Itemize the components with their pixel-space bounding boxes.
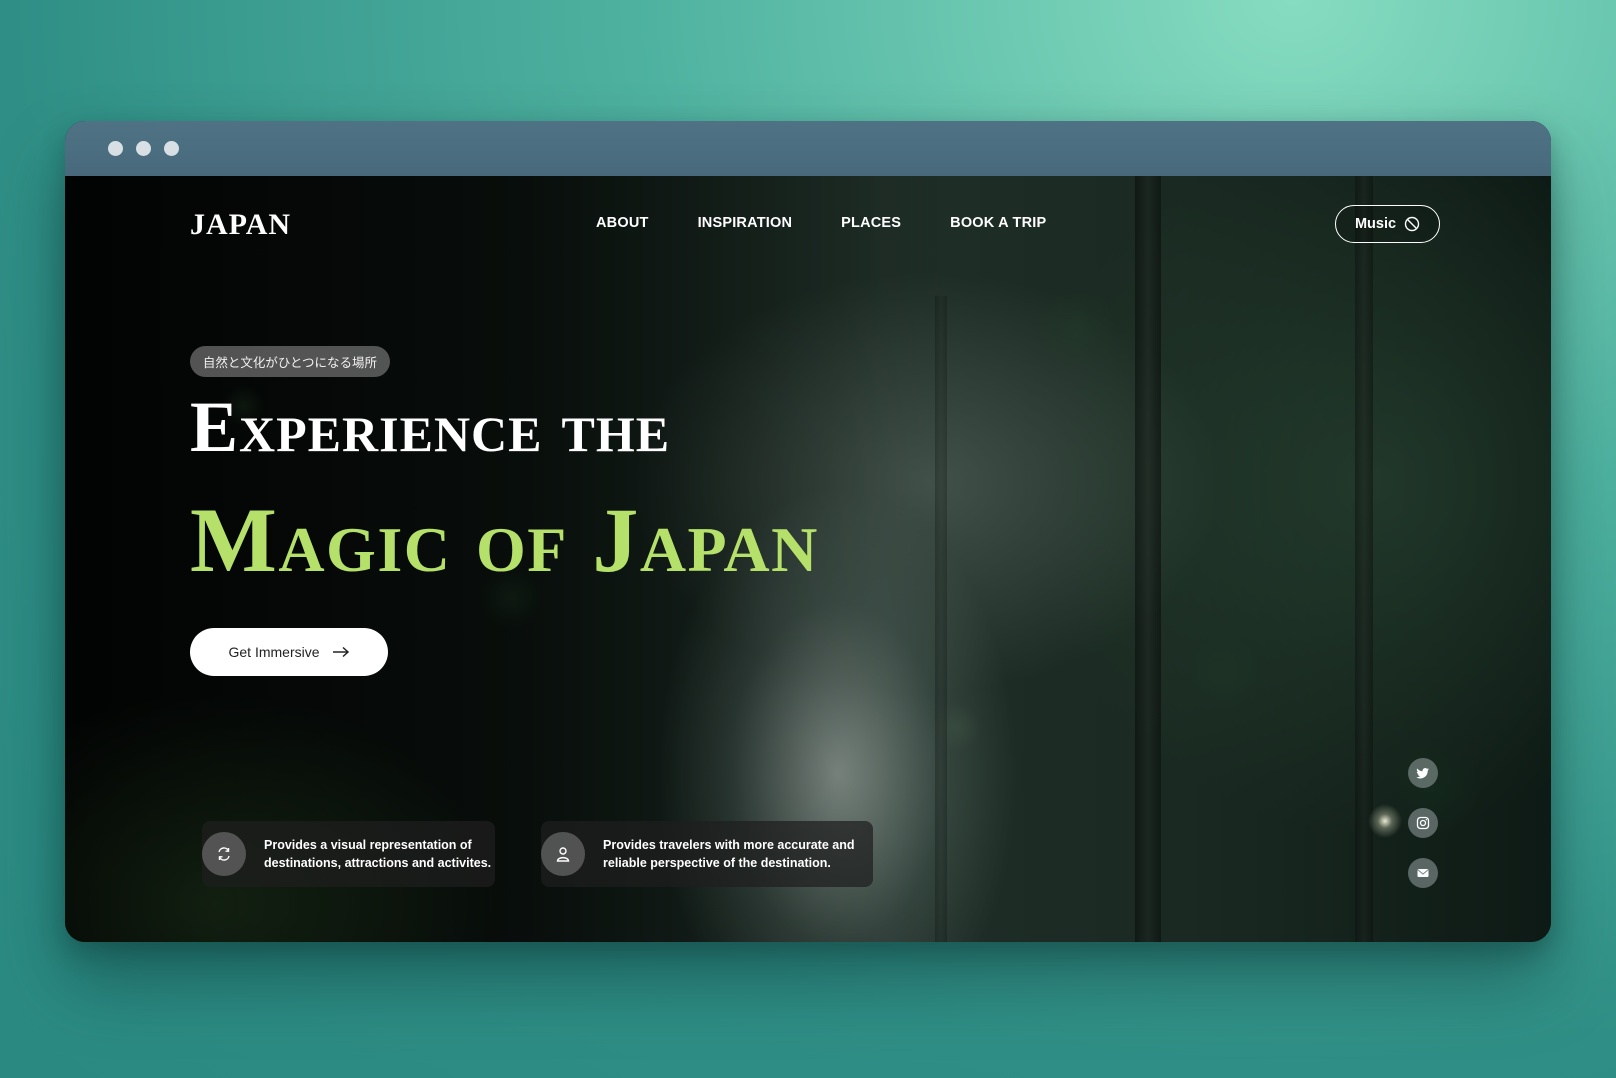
- sun-sparkle: [1365, 801, 1405, 841]
- social-links: [1408, 758, 1438, 888]
- arrow-right-icon: [332, 646, 349, 658]
- instagram-icon[interactable]: [1408, 808, 1438, 838]
- feature-text-line: reliable perspective of the destination.: [603, 856, 831, 870]
- feature-card-visual: Provides a visual representation of dest…: [202, 821, 495, 887]
- mute-icon: [1404, 216, 1420, 232]
- feature-card-perspective: Provides travelers with more accurate an…: [541, 821, 873, 887]
- user-icon: [541, 832, 585, 876]
- window-maximize-dot[interactable]: [164, 141, 179, 156]
- tagline-badge: 自然と文化がひとつになる場所: [190, 346, 390, 377]
- feature-text-line: Provides travelers with more accurate an…: [603, 837, 855, 852]
- nav-book-a-trip[interactable]: BOOK A TRIP: [950, 215, 1046, 231]
- feature-text: Provides a visual representation of dest…: [264, 836, 491, 872]
- feature-text: Provides travelers with more accurate an…: [603, 836, 855, 872]
- get-immersive-button[interactable]: Get Immersive: [190, 628, 388, 676]
- feature-text-line: destinations, attractions and activites.: [264, 856, 492, 870]
- refresh-icon: [202, 832, 246, 876]
- music-toggle-button[interactable]: Music: [1335, 205, 1440, 243]
- feature-text-line: Provides a visual representation of: [264, 837, 472, 852]
- main-nav: ABOUT INSPIRATION PLACES BOOK A TRIP: [596, 215, 1046, 231]
- browser-window: JAPAN ABOUT INSPIRATION PLACES BOOK A TR…: [65, 121, 1551, 942]
- headline-line-2: Magic of Japan: [190, 489, 819, 591]
- nav-places[interactable]: PLACES: [841, 215, 901, 231]
- nav-about[interactable]: ABOUT: [596, 215, 649, 231]
- hero-section: JAPAN ABOUT INSPIRATION PLACES BOOK A TR…: [65, 176, 1551, 942]
- window-minimize-dot[interactable]: [136, 141, 151, 156]
- cta-label: Get Immersive: [228, 644, 320, 660]
- site-logo[interactable]: JAPAN: [190, 208, 291, 242]
- twitter-icon[interactable]: [1408, 758, 1438, 788]
- mail-icon[interactable]: [1408, 858, 1438, 888]
- nav-inspiration[interactable]: INSPIRATION: [698, 215, 793, 231]
- headline-line-1: Experience the: [190, 387, 671, 467]
- music-label: Music: [1354, 216, 1397, 232]
- window-close-dot[interactable]: [108, 141, 123, 156]
- window-titlebar: [65, 121, 1551, 176]
